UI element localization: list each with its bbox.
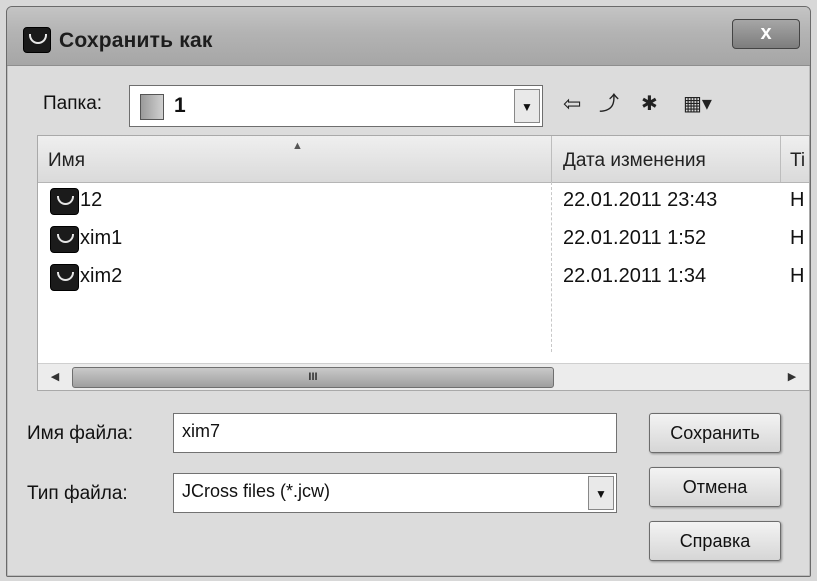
app-icon <box>23 27 51 53</box>
list-item[interactable]: 12 22.01.2011 23:43 H <box>38 184 809 220</box>
dialog-title: Сохранить как <box>59 29 213 52</box>
up-folder-icon[interactable]: ⤴ <box>599 89 619 119</box>
list-item[interactable]: xim1 22.01.2011 1:52 H <box>38 222 809 258</box>
close-button[interactable]: x <box>732 19 800 49</box>
new-folder-icon[interactable]: ✱ <box>641 89 658 119</box>
folder-value: 1 <box>174 94 186 117</box>
save-as-dialog: Сохранить как x Папка: 1 ▼ ⇦ ⤴ ✱ ▦▾ ▲ Им… <box>6 6 811 577</box>
save-button[interactable]: Сохранить <box>649 413 781 453</box>
file-type-label: Тип файла: <box>27 483 128 504</box>
column-divider[interactable] <box>780 136 781 182</box>
view-menu-icon[interactable]: ▦▾ <box>683 89 712 119</box>
horizontal-scrollbar[interactable]: ◀ III ▶ <box>38 363 809 390</box>
sort-ascending-icon: ▲ <box>292 140 303 152</box>
file-icon <box>50 264 79 291</box>
file-type: H <box>790 189 805 211</box>
file-name: xim2 <box>80 265 123 287</box>
file-type: H <box>790 265 805 287</box>
cancel-button[interactable]: Отмена <box>649 467 781 507</box>
chevron-down-icon[interactable]: ▼ <box>514 89 540 123</box>
column-header-date[interactable]: Дата изменения <box>563 150 706 172</box>
file-type-value: JCross files (*.jcw) <box>182 481 331 501</box>
list-item[interactable]: xim2 22.01.2011 1:34 H <box>38 260 809 296</box>
file-name-label: Имя файла: <box>27 423 134 444</box>
help-button[interactable]: Справка <box>649 521 781 561</box>
file-name: 12 <box>80 189 103 211</box>
title-bar[interactable]: Сохранить как x <box>7 7 810 66</box>
scroll-left-icon[interactable]: ◀ <box>44 366 66 388</box>
folder-dropdown[interactable]: 1 ▼ <box>129 85 543 127</box>
file-type-dropdown[interactable]: JCross files (*.jcw) ▼ <box>173 473 617 513</box>
file-name: xim1 <box>80 227 123 249</box>
file-name-input[interactable]: xim7 <box>173 413 617 453</box>
scroll-thumb[interactable]: III <box>72 367 554 388</box>
scroll-right-icon[interactable]: ▶ <box>781 366 803 388</box>
file-icon <box>50 226 79 253</box>
folder-label: Папка: <box>43 93 103 114</box>
list-header: ▲ Имя Дата изменения Ti <box>38 136 809 183</box>
column-header-name[interactable]: Имя <box>48 150 85 172</box>
file-type: H <box>790 227 805 249</box>
column-header-type[interactable]: Ti <box>790 150 805 172</box>
file-icon <box>50 188 79 215</box>
file-list[interactable]: ▲ Имя Дата изменения Ti 12 22.01.2011 23… <box>37 135 810 391</box>
folder-icon <box>140 94 164 120</box>
file-date: 22.01.2011 1:34 <box>563 265 707 287</box>
chevron-down-icon[interactable]: ▼ <box>588 476 614 510</box>
file-date: 22.01.2011 23:43 <box>563 189 718 211</box>
file-date: 22.01.2011 1:52 <box>563 227 707 249</box>
column-divider[interactable] <box>551 136 552 182</box>
back-arrow-icon[interactable]: ⇦ <box>563 89 581 119</box>
